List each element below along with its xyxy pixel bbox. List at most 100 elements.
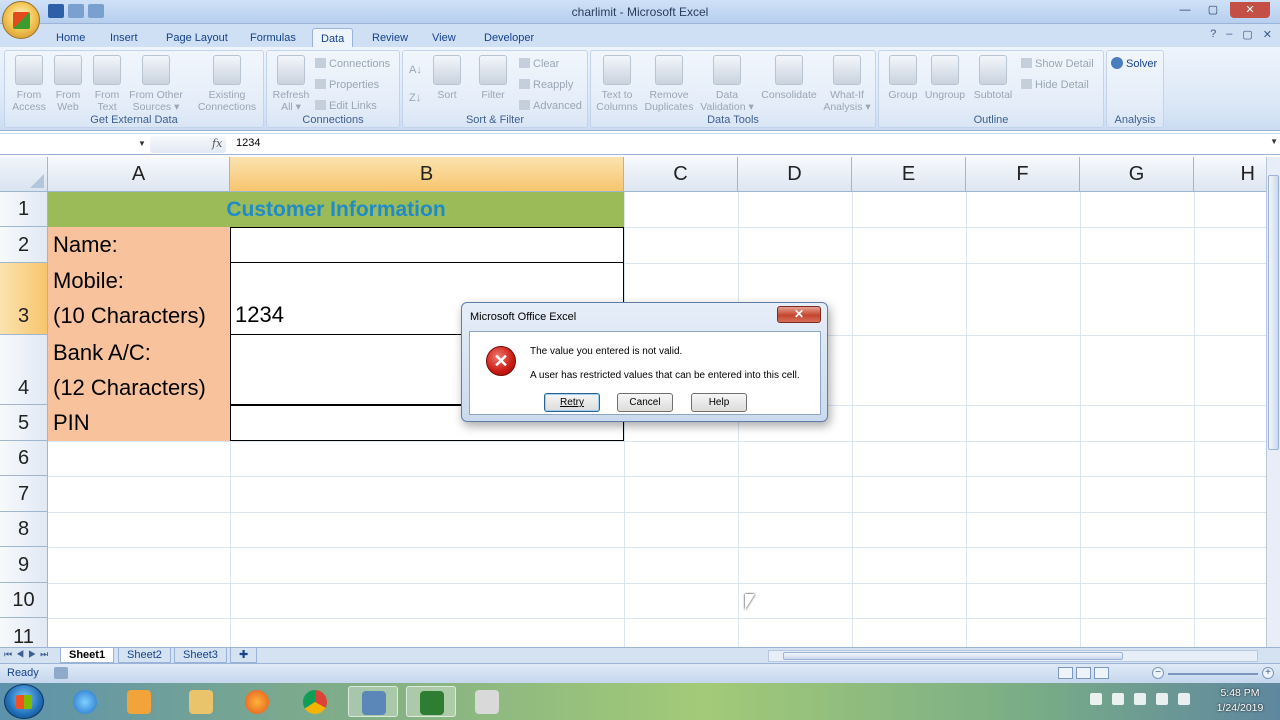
- subtotal-button[interactable]: Subtotal: [971, 55, 1015, 101]
- name-box[interactable]: [2, 135, 148, 154]
- ribbon-restore-icon[interactable]: ▢: [1242, 28, 1252, 41]
- office-button[interactable]: [2, 1, 40, 39]
- advanced-button[interactable]: Advanced: [519, 99, 582, 113]
- insert-function-icon[interactable]: fx: [212, 137, 222, 150]
- volume-icon[interactable]: [1178, 693, 1190, 705]
- scrollbar-thumb[interactable]: [1268, 175, 1279, 450]
- group-button[interactable]: Group: [881, 55, 925, 101]
- tab-view[interactable]: View: [424, 28, 464, 48]
- cell-a3-mobile-label[interactable]: Mobile: (10 Characters): [48, 263, 230, 335]
- chevron-down-icon[interactable]: ▼: [138, 139, 146, 148]
- page-layout-view-icon[interactable]: [1076, 667, 1091, 679]
- expand-formula-icon[interactable]: ▼: [1270, 137, 1278, 146]
- remove-duplicates-button[interactable]: Remove Duplicates: [643, 55, 695, 113]
- taskbar-ie[interactable]: [60, 686, 110, 717]
- show-detail-button[interactable]: Show Detail: [1021, 57, 1094, 71]
- zoom-slider[interactable]: [1168, 673, 1258, 675]
- tab-data[interactable]: Data: [312, 28, 354, 48]
- formula-input[interactable]: 1234: [236, 137, 260, 149]
- row-header-5[interactable]: 5: [0, 405, 48, 441]
- sort-ascending-button[interactable]: A↓: [409, 63, 422, 77]
- retry-button[interactable]: Retry: [544, 393, 600, 412]
- taskbar-chrome[interactable]: [290, 686, 340, 717]
- horizontal-scrollbar[interactable]: [768, 650, 1258, 662]
- ribbon-close-icon[interactable]: ✕: [1263, 28, 1272, 41]
- data-validation-button[interactable]: Data Validation ▾: [699, 55, 755, 113]
- sheet-tab-sheet2[interactable]: Sheet2: [118, 648, 171, 663]
- column-header-h[interactable]: H: [1194, 157, 1266, 192]
- taskbar-recorder[interactable]: [462, 686, 512, 717]
- page-break-view-icon[interactable]: [1094, 667, 1109, 679]
- help-icon[interactable]: ?: [1210, 28, 1216, 41]
- tab-home[interactable]: Home: [48, 28, 93, 48]
- column-header-e[interactable]: E: [852, 157, 966, 192]
- scrollbar-thumb[interactable]: [783, 652, 1123, 660]
- minimize-button[interactable]: —: [1174, 2, 1196, 18]
- sort-descending-button[interactable]: Z↓: [409, 91, 421, 105]
- from-text-button[interactable]: From Text: [85, 55, 129, 113]
- taskbar-app[interactable]: [348, 686, 398, 717]
- row-header-4[interactable]: 4: [0, 335, 48, 405]
- consolidate-button[interactable]: Consolidate: [759, 55, 819, 101]
- cell-b2-name-input[interactable]: [230, 227, 624, 263]
- solver-button[interactable]: Solver: [1111, 57, 1157, 70]
- column-header-b[interactable]: B: [230, 157, 624, 192]
- taskbar-explorer[interactable]: [176, 686, 226, 717]
- from-web-button[interactable]: From Web: [46, 55, 90, 113]
- system-clock[interactable]: 5:48 PM 1/24/2019: [1205, 686, 1275, 716]
- filter-button[interactable]: Filter: [471, 55, 515, 101]
- row-header-10[interactable]: 10: [0, 583, 48, 618]
- hide-detail-button[interactable]: Hide Detail: [1021, 78, 1089, 92]
- column-header-d[interactable]: D: [738, 157, 852, 192]
- taskbar-firefox[interactable]: [232, 686, 282, 717]
- tab-review[interactable]: Review: [364, 28, 416, 48]
- taskbar-excel[interactable]: [406, 686, 456, 717]
- maximize-button[interactable]: ▢: [1202, 2, 1224, 18]
- column-header-c[interactable]: C: [624, 157, 738, 192]
- from-access-button[interactable]: From Access: [7, 55, 51, 113]
- cancel-button[interactable]: Cancel: [617, 393, 673, 412]
- row-header-8[interactable]: 8: [0, 512, 48, 547]
- row-header-2[interactable]: 2: [0, 227, 48, 263]
- select-all-button[interactable]: [0, 157, 48, 192]
- tray-arrow-icon[interactable]: [1090, 693, 1102, 705]
- sheet-tab-sheet1[interactable]: Sheet1: [60, 648, 115, 663]
- what-if-analysis-button[interactable]: What-If Analysis ▾: [821, 55, 873, 113]
- zoom-in-icon[interactable]: +: [1262, 667, 1274, 679]
- ribbon-minimize-icon[interactable]: –: [1226, 28, 1232, 41]
- from-other-sources-button[interactable]: From Other Sources ▾: [127, 55, 185, 113]
- insert-sheet-icon[interactable]: ✚: [230, 648, 258, 663]
- close-button[interactable]: ✕: [1230, 2, 1270, 18]
- cell-a1-title[interactable]: Customer Information: [48, 192, 624, 227]
- connections-button[interactable]: Connections: [315, 57, 390, 71]
- zoom-out-icon[interactable]: −: [1152, 667, 1164, 679]
- text-to-columns-button[interactable]: Text to Columns: [595, 55, 639, 113]
- row-header-7[interactable]: 7: [0, 476, 48, 512]
- reapply-button[interactable]: Reapply: [519, 78, 573, 92]
- cell-a2-name-label[interactable]: Name:: [48, 227, 230, 263]
- column-header-g[interactable]: G: [1080, 157, 1194, 192]
- signal-icon[interactable]: [1156, 693, 1168, 705]
- sheet-nav-arrows[interactable]: ⏮◀▶⏭: [4, 649, 52, 660]
- refresh-all-button[interactable]: Refresh All ▾: [269, 55, 313, 113]
- row-header-3[interactable]: 3: [0, 263, 48, 335]
- clear-button[interactable]: Clear: [519, 57, 559, 71]
- sheet-tab-sheet3[interactable]: Sheet3: [174, 648, 227, 663]
- network-icon[interactable]: [1134, 693, 1146, 705]
- row-header-9[interactable]: 9: [0, 547, 48, 583]
- help-button[interactable]: Help: [691, 393, 747, 412]
- row-header-6[interactable]: 6: [0, 441, 48, 476]
- ungroup-button[interactable]: Ungroup: [923, 55, 967, 101]
- dialog-close-button[interactable]: ✕: [777, 306, 821, 323]
- edit-links-button[interactable]: Edit Links: [315, 99, 377, 113]
- start-button[interactable]: [4, 684, 44, 719]
- properties-button[interactable]: Properties: [315, 78, 379, 92]
- sort-button[interactable]: Sort: [425, 55, 469, 101]
- taskbar-media[interactable]: [114, 686, 164, 717]
- tab-page-layout[interactable]: Page Layout: [158, 28, 236, 48]
- cell-a5-pin-label[interactable]: PIN: [48, 405, 230, 441]
- existing-connections-button[interactable]: Existing Connections: [195, 55, 259, 113]
- row-header-1[interactable]: 1: [0, 192, 48, 227]
- row-header-11[interactable]: 11: [0, 618, 48, 647]
- macro-record-icon[interactable]: [54, 667, 68, 679]
